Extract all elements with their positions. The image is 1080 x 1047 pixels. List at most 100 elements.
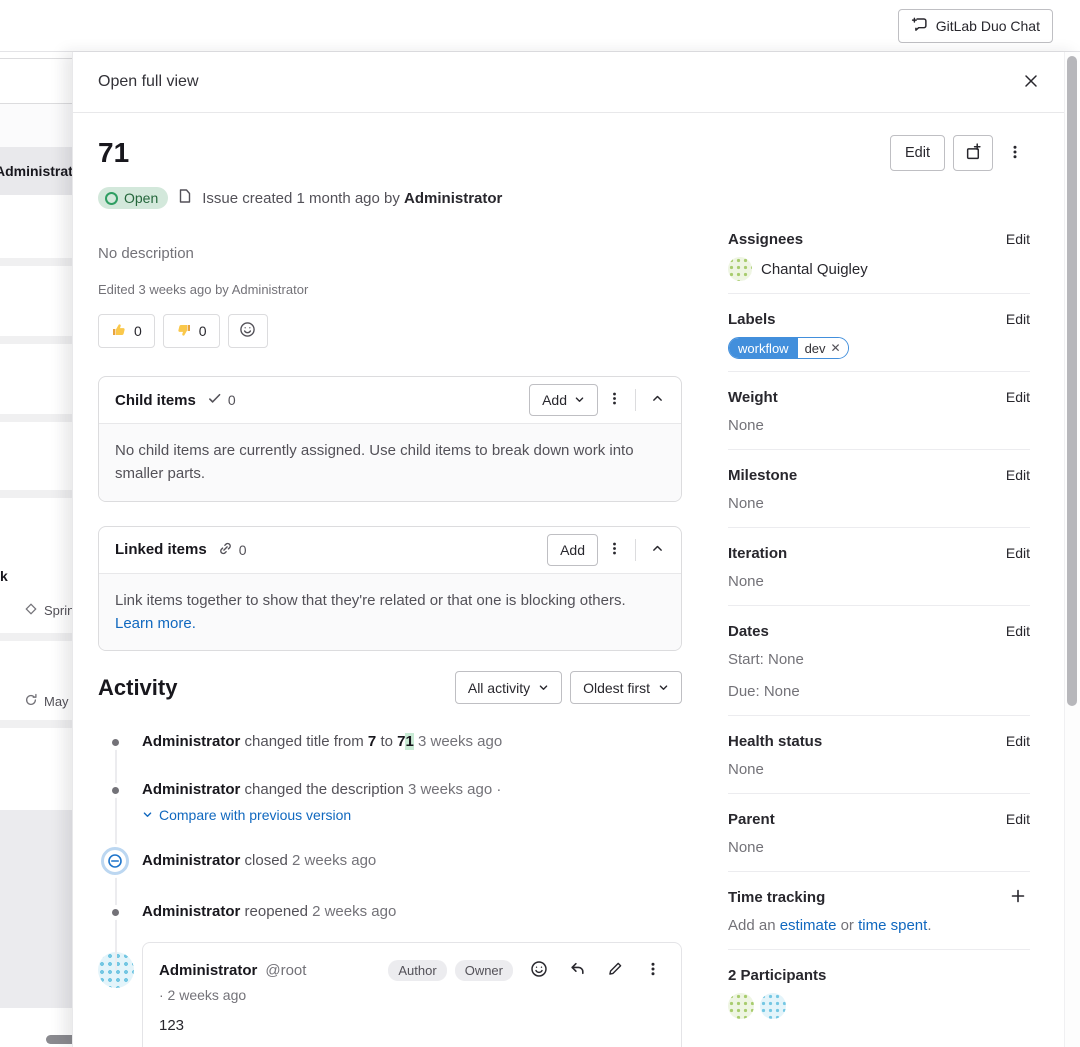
comment-author-avatar[interactable] <box>98 952 134 988</box>
sidebar-section-dates: Dates Edit Start: None Due: None <box>728 606 1030 716</box>
linked-items-empty-text: Link items together to show that they're… <box>99 573 681 651</box>
gitlab-duo-chat-button[interactable]: GitLab Duo Chat <box>898 9 1053 43</box>
created-text: Issue created 1 month ago by Administrat… <box>202 190 502 207</box>
activity-sort-dropdown[interactable]: Oldest first <box>570 671 682 704</box>
bg-divider <box>0 103 72 104</box>
chevron-down-icon <box>658 680 669 696</box>
iteration-icon <box>24 693 38 710</box>
iteration-title: Iteration <box>728 545 787 562</box>
comment-header: Administrator @root Author Owner <box>159 958 665 982</box>
issue-more-actions-button[interactable] <box>1001 135 1029 171</box>
thumbs-up-button[interactable]: 0 <box>98 314 155 348</box>
comment-add-reaction-button[interactable] <box>527 958 551 982</box>
link-icon <box>218 541 233 559</box>
comment-body: 123 <box>159 1017 665 1034</box>
drawer-body: 71 Edit <box>73 113 1080 1047</box>
health-status-edit-button[interactable]: Edit <box>1006 733 1030 749</box>
sidebar-section-participants: 2 Participants <box>728 950 1030 1031</box>
child-items-count: 0 <box>207 391 236 409</box>
timeline-event-closed: Administrator closed 2 weeks ago <box>98 851 682 871</box>
diamond-icon <box>24 602 38 619</box>
reply-icon <box>569 960 586 980</box>
background-page: Administrator k Sprint 1 May 23 <box>0 52 72 1047</box>
vertical-dots-icon <box>607 541 622 559</box>
new-window-plus-icon <box>965 143 982 164</box>
plus-icon <box>1010 888 1026 907</box>
divider <box>635 539 636 561</box>
child-items-more-button[interactable] <box>598 384 630 416</box>
iteration-value: None <box>728 571 1030 593</box>
thumbs-down-button[interactable]: 0 <box>163 314 220 348</box>
comment-timestamp: · 2 weeks ago <box>159 987 665 1003</box>
estimate-link[interactable]: estimate <box>780 917 837 934</box>
bg-row <box>0 104 72 147</box>
sidebar-section-parent: Parent Edit None <box>728 794 1030 872</box>
sidebar-section-time-tracking: Time tracking Add an estimate or time sp… <box>728 872 1030 950</box>
title-row: 71 Edit <box>98 133 1029 173</box>
time-tracking-hint: Add an estimate or time spent. <box>728 915 1030 937</box>
comment-more-button[interactable] <box>641 958 665 982</box>
timeline-event-reopened: Administrator reopened 2 weeks ago <box>98 902 682 922</box>
milestone-title: Milestone <box>728 467 797 484</box>
assignees-edit-button[interactable]: Edit <box>1006 231 1030 247</box>
linked-items-more-button[interactable] <box>598 534 630 566</box>
timeline-dot-icon <box>112 739 119 746</box>
smiley-icon <box>530 960 548 981</box>
comment-edit-button[interactable] <box>603 958 627 982</box>
sidebar-section-iteration: Iteration Edit None <box>728 528 1030 606</box>
iteration-edit-button[interactable]: Edit <box>1006 545 1030 561</box>
parent-edit-button[interactable]: Edit <box>1006 811 1030 827</box>
label-value: dev <box>805 341 826 356</box>
close-drawer-button[interactable] <box>1017 68 1045 96</box>
add-reaction-button[interactable] <box>228 314 268 348</box>
weight-edit-button[interactable]: Edit <box>1006 389 1030 405</box>
time-spent-link[interactable]: time spent <box>858 917 927 934</box>
assignee-avatar <box>728 257 752 281</box>
bg-gap <box>0 633 72 641</box>
drawer-scrollbar-thumb[interactable] <box>1067 56 1077 706</box>
sidebar-section-assignees: Assignees Edit Chantal Quigley <box>728 229 1030 294</box>
participant-avatar[interactable] <box>760 993 786 1019</box>
close-icon <box>1023 73 1039 92</box>
chevron-down-icon <box>574 392 585 408</box>
assignee-row[interactable]: Chantal Quigley <box>728 257 1030 281</box>
bg-text-fragment: k <box>0 568 8 584</box>
dates-edit-button[interactable]: Edit <box>1006 623 1030 639</box>
sidebar-section-weight: Weight Edit None <box>728 372 1030 450</box>
health-status-title: Health status <box>728 733 822 750</box>
activity-filter-dropdown[interactable]: All activity <box>455 671 562 704</box>
child-items-title: Child items <box>115 392 196 409</box>
scoped-label-workflow-dev[interactable]: workflow dev ✕ <box>728 337 849 359</box>
bg-gap <box>0 258 72 266</box>
issue-drawer: Open full view 71 Edit <box>72 52 1080 1047</box>
linked-items-card: Linked items 0 Add <box>98 526 682 652</box>
bg-row-label: Administrator <box>0 163 72 179</box>
issue-sidebar: Assignees Edit Chantal Quigley Labels Ed… <box>728 229 1030 1031</box>
bg-selected-row: Administrator <box>0 147 72 195</box>
child-items-collapse-button[interactable] <box>641 384 673 416</box>
parent-title: Parent <box>728 811 775 828</box>
thumbs-up-count: 0 <box>134 323 142 339</box>
copy-reference-button[interactable] <box>953 135 993 171</box>
edit-issue-button[interactable]: Edit <box>890 135 945 171</box>
comment-username: @root <box>265 962 306 979</box>
drawer-header: Open full view <box>73 52 1080 113</box>
linked-items-collapse-button[interactable] <box>641 534 673 566</box>
top-bar: GitLab Duo Chat <box>0 0 1080 52</box>
open-full-view-link[interactable]: Open full view <box>98 73 199 91</box>
vertical-dots-icon <box>607 391 622 409</box>
created-author: Administrator <box>404 190 502 207</box>
child-items-add-button[interactable]: Add <box>529 384 598 416</box>
labels-edit-button[interactable]: Edit <box>1006 311 1030 327</box>
participant-avatar[interactable] <box>728 993 754 1019</box>
learn-more-link[interactable]: Learn more. <box>115 615 196 632</box>
issue-type-icon <box>177 188 193 208</box>
milestone-edit-button[interactable]: Edit <box>1006 467 1030 483</box>
linked-items-add-button[interactable]: Add <box>547 534 598 566</box>
sidebar-section-labels: Labels Edit workflow dev ✕ <box>728 294 1030 372</box>
remove-label-icon[interactable]: ✕ <box>831 342 841 354</box>
comment-reply-button[interactable] <box>565 958 589 982</box>
compare-previous-version-link[interactable]: Compare with previous version <box>142 805 682 825</box>
time-tracking-add-button[interactable] <box>1006 885 1030 909</box>
status-badge: Open <box>98 187 168 209</box>
